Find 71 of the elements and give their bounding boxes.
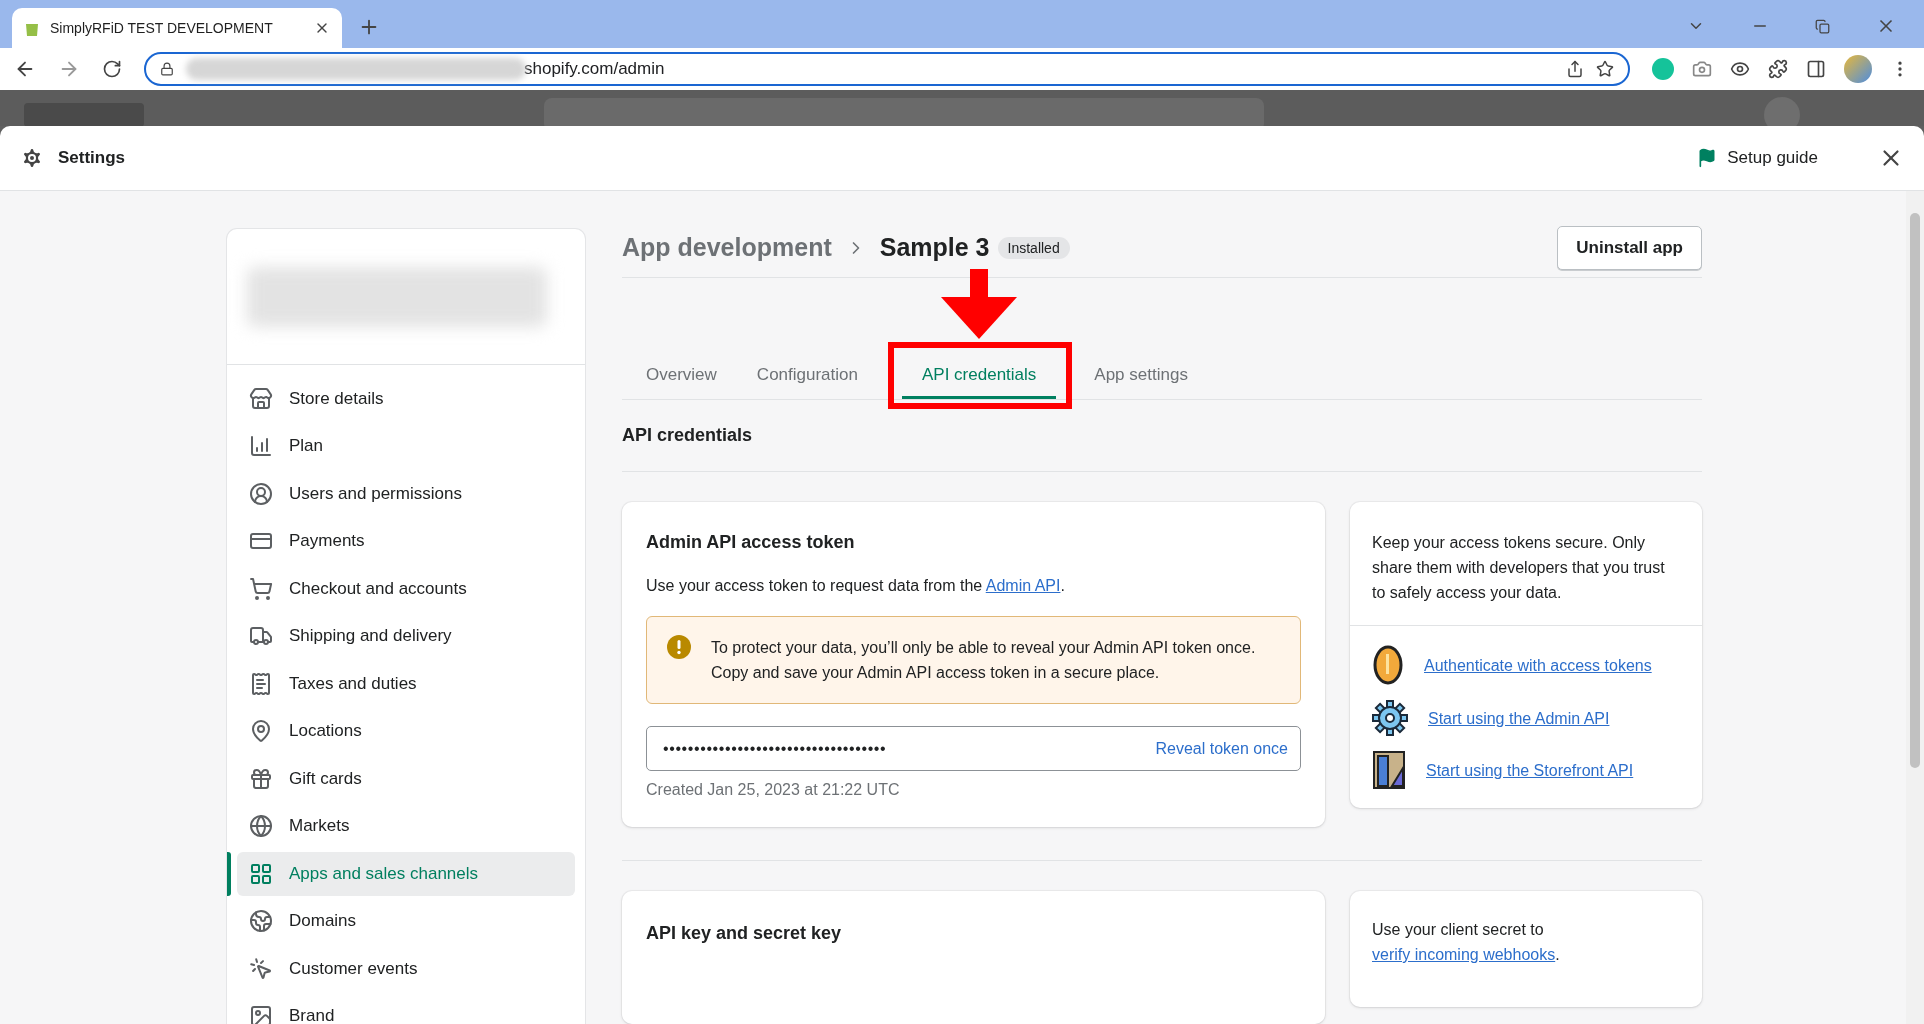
webhook-text: Use your client secret to verify incoming webhooks. bbox=[1372, 920, 1561, 965]
side-panel-icon[interactable] bbox=[1806, 59, 1826, 79]
blueprint-icon bbox=[1372, 750, 1406, 791]
uninstall-button[interactable]: Uninstall app bbox=[1557, 225, 1702, 270]
sidebar-item[interactable]: Locations bbox=[237, 709, 575, 754]
globe-icon bbox=[249, 814, 273, 839]
lock-icon bbox=[160, 62, 174, 76]
sidebar-item[interactable]: Customer events bbox=[237, 946, 575, 991]
sidebar-item[interactable]: Markets bbox=[237, 804, 575, 849]
user-icon bbox=[249, 481, 273, 506]
card-title: Admin API access token bbox=[646, 532, 856, 554]
grid-icon bbox=[249, 861, 273, 886]
description-text: Use your access token to request data from the Admin API. bbox=[646, 576, 1066, 597]
breadcrumb-link[interactable]: App development bbox=[622, 233, 832, 263]
help-link[interactable]: Start using the Admin API bbox=[1428, 705, 1610, 731]
reveal-token-link[interactable]: Reveal token once bbox=[1155, 739, 1288, 758]
receipt-icon bbox=[249, 671, 273, 696]
camera-icon[interactable] bbox=[1692, 59, 1712, 79]
share-icon[interactable] bbox=[1566, 60, 1584, 78]
token-field[interactable]: •••••••••••••••••••••••••••••••••••• Reveal token once bbox=[646, 726, 1301, 772]
tab[interactable]: App settings bbox=[1074, 353, 1208, 400]
store-icon bbox=[249, 386, 273, 411]
address-bar[interactable]: shopify.com/admin bbox=[144, 52, 1630, 86]
sidebar-item[interactable]: Gift cards bbox=[237, 756, 575, 801]
sidebar-item[interactable]: Users and permissions bbox=[237, 471, 575, 516]
warning-text: To protect your data, you’ll only be able to reveal your Admin API token once. Copy and save your Admin API access token in a secure place. bbox=[711, 638, 1257, 684]
flag-icon bbox=[1697, 148, 1718, 168]
settings-title: Settings bbox=[58, 148, 126, 168]
tab[interactable]: Overview bbox=[626, 353, 737, 400]
tab[interactable]: Configuration bbox=[736, 353, 878, 400]
browser-tab[interactable]: SimplyRFiD TEST DEVELOPMENT bbox=[12, 8, 342, 48]
app-title: Sample 3 bbox=[879, 233, 990, 263]
image-icon bbox=[249, 1004, 273, 1024]
help-link[interactable]: Authenticate with access tokens bbox=[1424, 652, 1652, 678]
sidebar-item[interactable]: Taxes and duties bbox=[237, 661, 575, 706]
admin-api-link[interactable]: Admin API bbox=[985, 577, 1061, 595]
cart-icon bbox=[249, 576, 273, 601]
status-badge: Installed bbox=[997, 236, 1070, 259]
map-pin-icon bbox=[249, 719, 273, 744]
star-icon[interactable] bbox=[1596, 60, 1614, 78]
help-link[interactable]: Start using the Storefront API bbox=[1426, 757, 1634, 783]
gift-icon bbox=[249, 766, 273, 791]
verify-webhooks-link[interactable]: verify incoming webhooks bbox=[1372, 946, 1556, 963]
globe-icon bbox=[249, 909, 273, 934]
tab[interactable]: API credentials bbox=[902, 353, 1057, 400]
coin-icon bbox=[1372, 644, 1404, 687]
scrollbar[interactable] bbox=[1906, 191, 1924, 1024]
profile-avatar[interactable] bbox=[1844, 55, 1872, 83]
reload-icon[interactable] bbox=[102, 59, 122, 79]
warning-icon bbox=[667, 635, 691, 660]
created-date: Created Jan 25, 2023 at 21:22 UTC bbox=[646, 781, 901, 800]
sidebar-item[interactable]: Domains bbox=[237, 899, 575, 944]
masked-token: •••••••••••••••••••••••••••••••••••• bbox=[663, 739, 888, 758]
sidebar-item[interactable]: Brand bbox=[237, 994, 575, 1024]
sidebar-item[interactable]: Apps and sales channels bbox=[237, 851, 575, 896]
sidebar-item[interactable]: Plan bbox=[237, 424, 575, 469]
setup-guide-button[interactable]: Setup guide bbox=[1691, 147, 1824, 169]
sidebar-item[interactable]: Payments bbox=[237, 519, 575, 564]
eye-icon[interactable] bbox=[1730, 59, 1750, 79]
sidebar-item[interactable]: Checkout and accounts bbox=[237, 566, 575, 611]
pointer-icon bbox=[249, 956, 273, 981]
help-text: Keep your access tokens secure. Only share them with developers that you trust to safely access your data. bbox=[1372, 533, 1666, 604]
tab-title: SimplyRFiD TEST DEVELOPMENT bbox=[50, 20, 274, 36]
puzzle-icon[interactable] bbox=[1768, 59, 1788, 79]
bar-chart-icon bbox=[249, 434, 273, 459]
sidebar-item[interactable]: Store details bbox=[237, 376, 575, 421]
section-title: API credentials bbox=[622, 400, 1702, 473]
card-title: API key and secret key bbox=[646, 923, 843, 944]
url-text: shopify.com/admin bbox=[524, 59, 666, 79]
restore-icon[interactable] bbox=[1815, 18, 1830, 34]
sidebar-item[interactable]: Shipping and delivery bbox=[237, 614, 575, 659]
